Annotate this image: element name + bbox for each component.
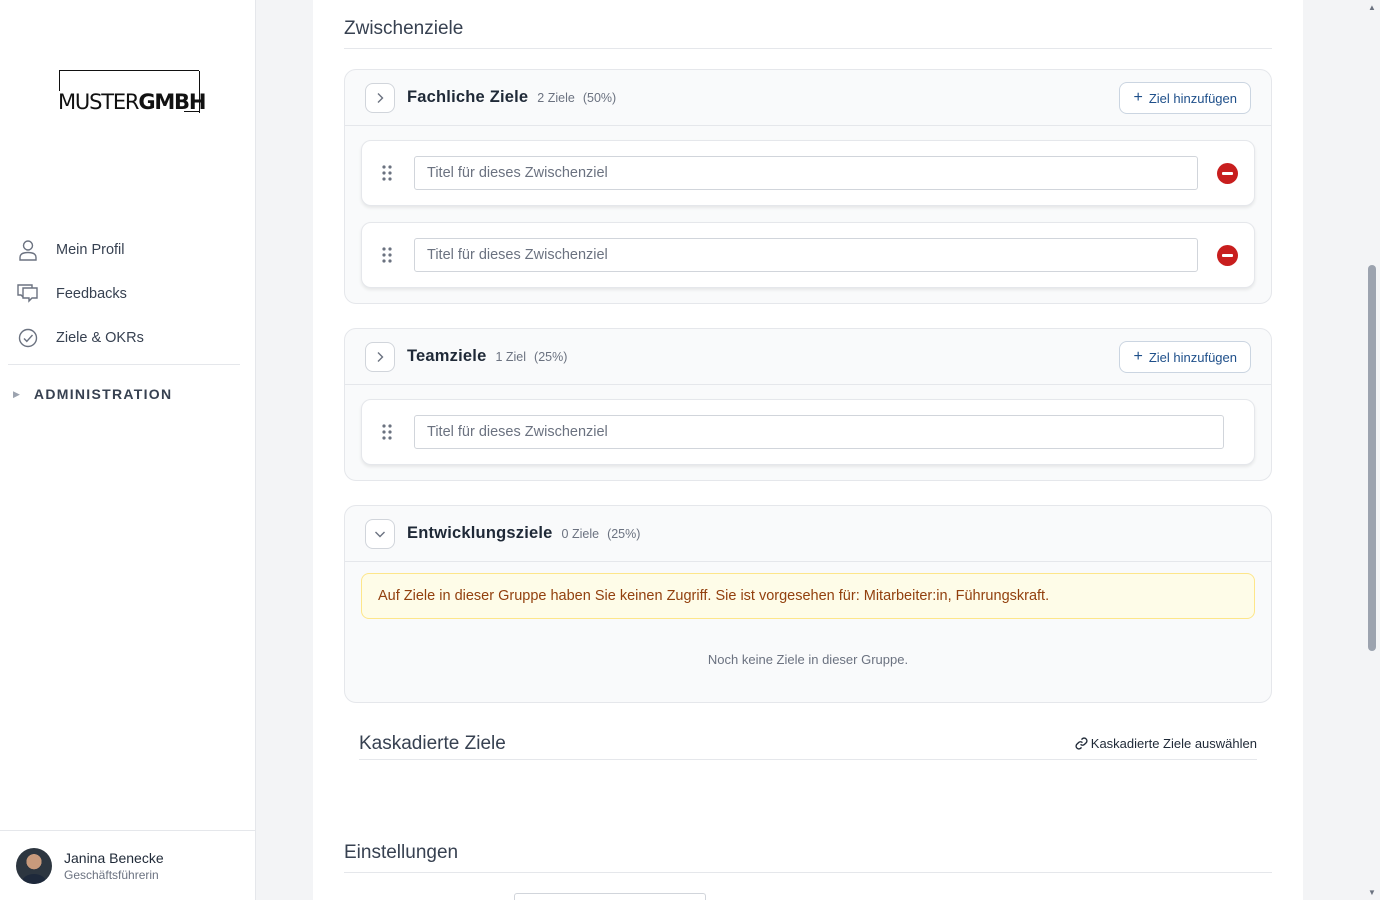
- group-title: Teamziele: [407, 347, 487, 365]
- link-label: Kaskadierte Ziele auswählen: [1090, 736, 1257, 751]
- settings-field[interactable]: [514, 893, 706, 900]
- section-title-kaskadierte-ziele: Kaskadierte Ziele: [359, 733, 506, 754]
- drag-handle-icon[interactable]: [382, 247, 392, 263]
- caret-right-icon: ▶: [13, 388, 20, 399]
- chevron-right-icon: [377, 351, 384, 362]
- chat-icon: [17, 283, 39, 305]
- expand-toggle[interactable]: [365, 341, 395, 372]
- scroll-up-icon[interactable]: ▲: [1368, 3, 1376, 12]
- goal-title-input[interactable]: [414, 238, 1198, 272]
- group-title: Fachliche Ziele: [407, 88, 529, 106]
- drag-handle-icon[interactable]: [382, 424, 392, 440]
- nav-item-ziele-okrs[interactable]: Ziele & OKRs: [0, 316, 248, 360]
- user-profile[interactable]: Janina Benecke Geschäftsführerin: [0, 830, 255, 900]
- goal-group-entwicklungsziele: Entwicklungsziele 0 Ziele (25%) Auf Ziel…: [344, 505, 1272, 703]
- user-role: Geschäftsführerin: [64, 867, 159, 882]
- group-header: Entwicklungsziele 0 Ziele (25%): [345, 506, 1271, 562]
- expand-toggle[interactable]: [365, 518, 395, 549]
- goal-card: [361, 222, 1255, 288]
- nav-item-mein-profil[interactable]: Mein Profil: [0, 228, 248, 272]
- goal-card: [361, 140, 1255, 206]
- add-goal-label: Ziel hinzufügen: [1148, 90, 1237, 106]
- group-title: Entwicklungsziele: [407, 524, 553, 542]
- section-divider: [344, 48, 1272, 49]
- group-header: Fachliche Ziele 2 Ziele (50%) + Ziel hin…: [345, 70, 1271, 126]
- add-goal-button[interactable]: + Ziel hinzufügen: [1119, 341, 1251, 373]
- add-goal-label: Ziel hinzufügen: [1148, 349, 1237, 365]
- remove-goal-icon[interactable]: [1217, 245, 1238, 266]
- link-icon: [1075, 737, 1088, 750]
- group-weight: (25%): [534, 349, 568, 364]
- avatar: [16, 847, 52, 884]
- nav-label: Feedbacks: [56, 286, 127, 302]
- section-divider: [344, 872, 1272, 873]
- goal-group-teamziele: Teamziele 1 Ziel (25%) + Ziel hinzufügen: [344, 328, 1272, 481]
- logo-text: MUSTERGMBH: [58, 91, 210, 113]
- remove-goal-icon[interactable]: [1217, 163, 1238, 184]
- group-count: 2 Ziele: [537, 90, 575, 105]
- scrollbar-thumb[interactable]: [1368, 265, 1376, 651]
- section-title-zwischenziele: Zwischenziele: [344, 18, 464, 39]
- group-weight: (25%): [607, 526, 641, 541]
- group-count: 0 Ziele: [561, 526, 600, 541]
- add-goal-button[interactable]: + Ziel hinzufügen: [1119, 82, 1251, 114]
- group-weight: (50%): [582, 90, 617, 105]
- nav-label: Ziele & OKRs: [56, 330, 144, 346]
- drag-handle-icon[interactable]: [382, 165, 392, 181]
- goal-card: [361, 399, 1255, 465]
- user-name: Janina Benecke: [64, 849, 164, 866]
- company-logo[interactable]: MUSTERGMBH: [58, 70, 210, 113]
- nav-administration[interactable]: ▶ ADMINISTRATION: [0, 365, 248, 423]
- section-divider: [359, 759, 1257, 760]
- group-header: Teamziele 1 Ziel (25%) + Ziel hinzufügen: [345, 329, 1271, 385]
- chevron-down-icon: [375, 531, 385, 537]
- nav-item-feedbacks[interactable]: Feedbacks: [0, 272, 248, 316]
- section-title-einstellungen: Einstellungen: [344, 842, 459, 863]
- goal-title-input[interactable]: [414, 415, 1224, 449]
- user-icon: [17, 239, 39, 261]
- goal-group-fachliche-ziele: Fachliche Ziele 2 Ziele (50%) + Ziel hin…: [344, 69, 1272, 304]
- main-panel: Zwischenziele Fachliche Ziele 2 Ziele (5…: [313, 0, 1303, 900]
- empty-state-text: Noch keine Ziele in dieser Gruppe.: [707, 652, 909, 667]
- access-warning: Auf Ziele in dieser Gruppe haben Sie kei…: [361, 573, 1255, 619]
- plus-icon: +: [1133, 89, 1143, 106]
- group-count: 1 Ziel: [495, 349, 527, 364]
- sidebar: MUSTERGMBH Mein Profil Feedbacks Ziele &…: [0, 0, 256, 900]
- plus-icon: +: [1133, 348, 1143, 365]
- admin-label: ADMINISTRATION: [33, 386, 173, 402]
- page-scrollbar[interactable]: ▲ ▼: [1364, 0, 1380, 900]
- select-cascaded-goals-link[interactable]: Kaskadierte Ziele auswählen: [1075, 736, 1257, 751]
- expand-toggle[interactable]: [365, 82, 395, 113]
- scroll-down-icon[interactable]: ▼: [1368, 888, 1376, 897]
- nav-label: Mein Profil: [56, 242, 125, 258]
- goal-title-input[interactable]: [414, 156, 1198, 190]
- main-navigation: Mein Profil Feedbacks Ziele & OKRs ▶ ADM…: [0, 228, 248, 423]
- chevron-right-icon: [377, 92, 384, 103]
- check-circle-icon: [17, 327, 39, 349]
